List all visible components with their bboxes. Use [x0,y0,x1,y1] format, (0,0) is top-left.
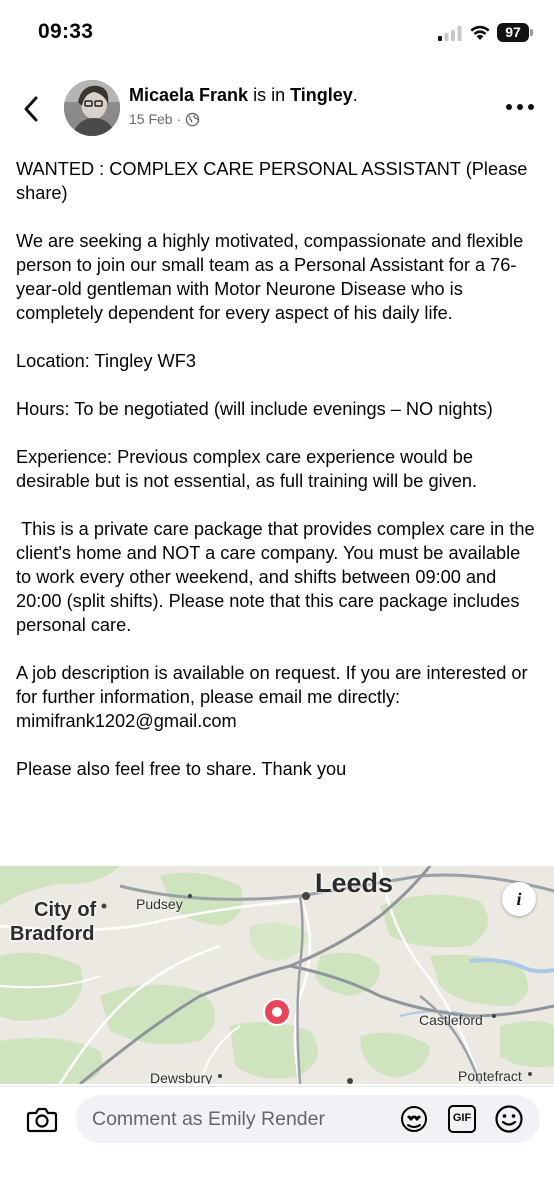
meta-separator: · [176,111,182,127]
map-label-leeds: Leeds [315,868,394,898]
author-line-period: . [352,85,358,105]
map-label-city-of: City of [34,899,97,921]
gif-label: GIF [452,1112,472,1124]
battery-icon: 97 [497,23,529,42]
avatar[interactable] [64,80,120,136]
post-paragraph-hours: Hours: To be negotiated (will include ev… [16,399,493,419]
post-date[interactable]: 15 Feb [129,111,173,127]
map-label-pontefract: Pontefract [458,1068,522,1084]
back-button[interactable] [18,92,46,126]
camera-icon[interactable] [26,1105,58,1133]
post-paragraph-location: Location: Tingley WF3 [16,351,196,371]
comment-bar: Comment as Emily Render GIF [0,1086,554,1200]
is-in-text: is in [248,85,291,105]
avatar-photo [64,80,120,136]
author-line: Micaela Frank is in Tingley. [129,85,358,106]
emoji-icon[interactable] [494,1104,524,1134]
post-paragraph-package: This is a private care package that prov… [16,519,540,635]
map-pin-icon [263,998,291,1026]
comment-input[interactable]: Comment as Emily Render GIF [76,1095,540,1143]
author-name[interactable]: Micaela Frank [129,85,248,105]
map-label-bradford-name: Bradford [10,923,95,945]
map-info-button[interactable]: i [502,882,536,916]
location-link[interactable]: Tingley [290,85,353,105]
map-label-pudsey: Pudsey [136,896,183,912]
signal-icon [438,26,462,41]
status-bar: 09:33 97 [0,0,554,66]
battery-cap [530,29,533,36]
post-body: WANTED : COMPLEX CARE PERSONAL ASSISTANT… [16,157,538,805]
status-time: 09:33 [38,20,94,43]
post-paragraph-closing: Please also feel free to share. Thank yo… [16,759,347,779]
post-meta: 15 Feb · [129,111,200,127]
post-paragraph-experience: Experience: Previous complex care experi… [16,447,479,491]
location-map[interactable]: City of Bradford Leeds Pudsey Castleford… [0,866,554,1084]
more-options-button[interactable] [505,100,535,114]
map-label-dewsbury: Dewsbury [150,1070,213,1084]
wifi-icon [470,25,490,40]
post-header: Micaela Frank is in Tingley. 15 Feb · [0,74,554,144]
avatar-sticker-icon[interactable] [399,1105,429,1133]
globe-icon [186,112,200,126]
gif-icon[interactable]: GIF [448,1105,476,1133]
post-paragraph-heading: WANTED : COMPLEX CARE PERSONAL ASSISTANT… [16,159,533,203]
post-paragraph-contact: A job description is available on reques… [16,663,533,731]
post-paragraph-intro: We are seeking a highly motivated, compa… [16,231,529,323]
comment-placeholder: Comment as Emily Render [92,1108,325,1130]
map-label-bradford: City of Bradford [10,898,96,946]
map-label-castleford: Castleford [419,1012,483,1028]
